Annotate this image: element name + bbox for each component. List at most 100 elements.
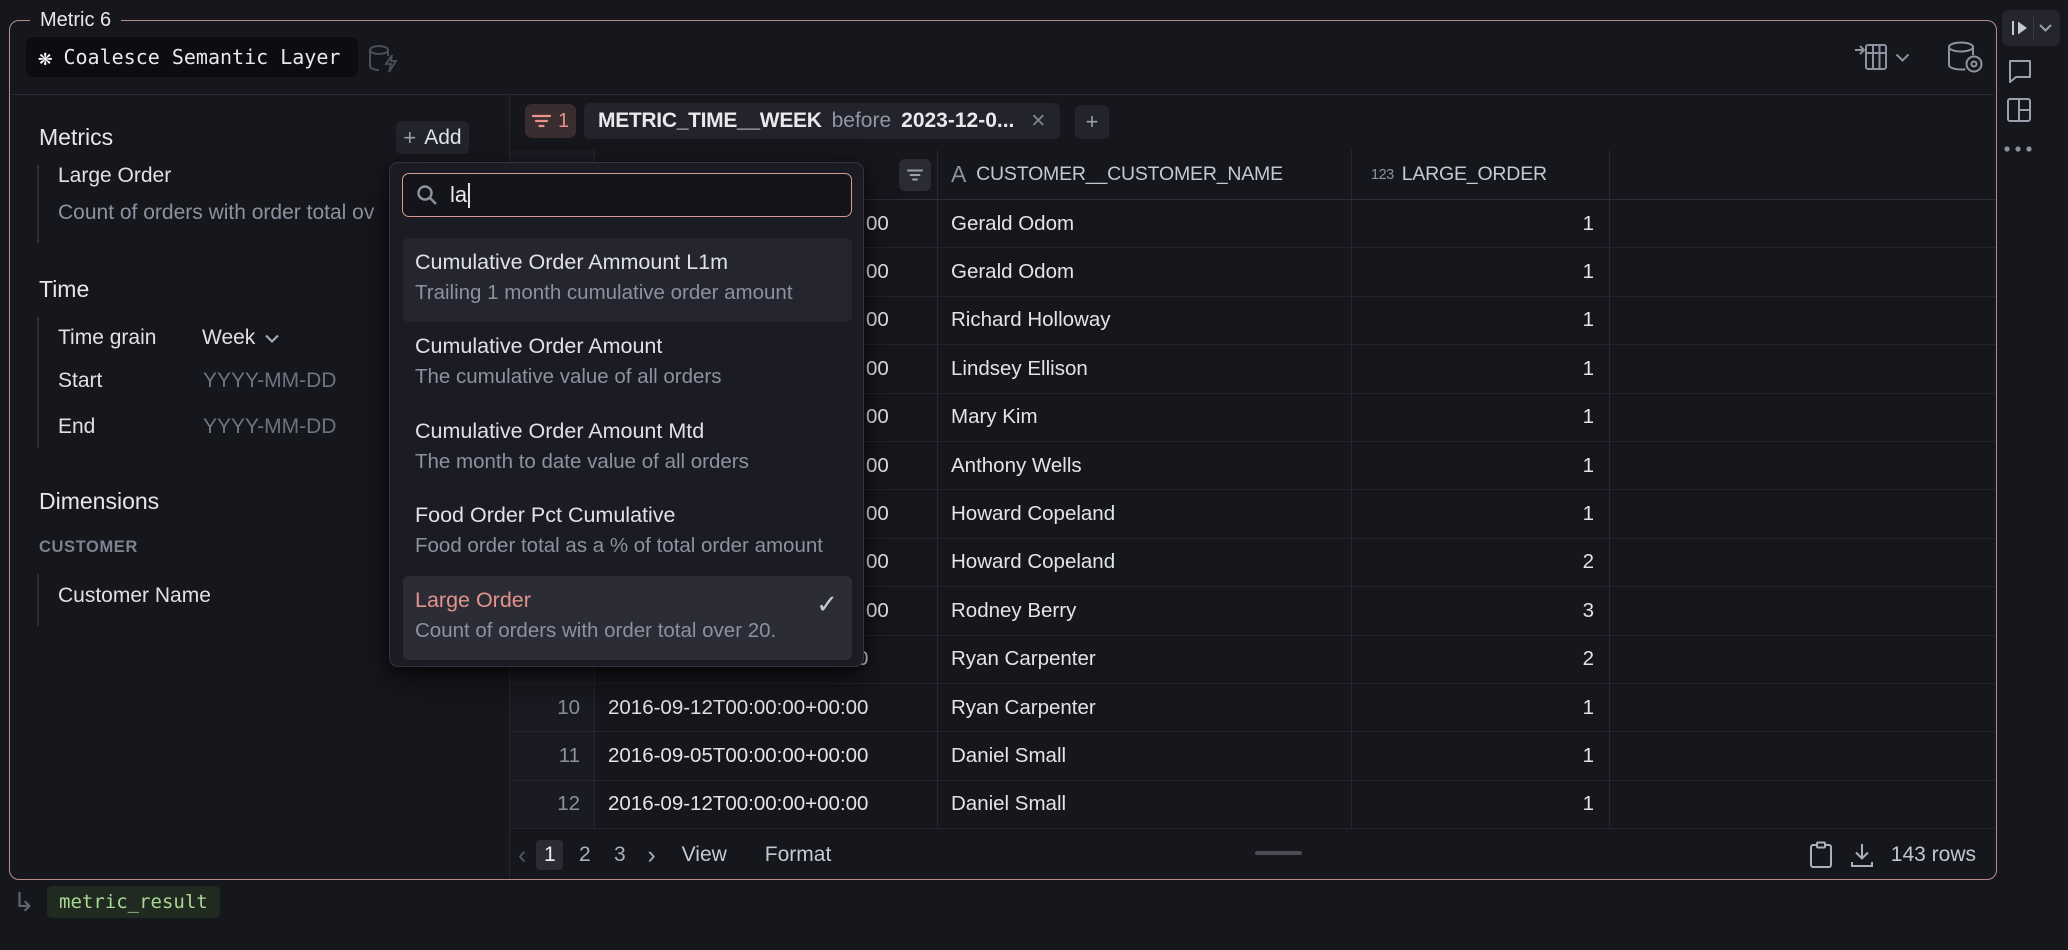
empty-cell [1610,297,1996,344]
large-order-cell: 1 [1352,684,1610,731]
pagination: 123 [536,840,641,870]
chevron-down-icon [1895,53,1910,62]
metric-time-value-tail: 00 [866,599,889,623]
dimensions-heading: Dimensions [39,487,159,515]
column-name: LARGE_ORDER [1402,163,1547,186]
metric-time-value-tail: 00 [866,405,889,429]
metric-time-value-tail: 00 [866,550,889,574]
metric-option[interactable]: Large Order Count of orders with order t… [403,576,852,660]
metric-time-value-tail: 00 [866,260,889,284]
start-date-input[interactable]: YYYY-MM-DD [203,368,336,394]
dimension-group-label: CUSTOMER [39,538,138,557]
large-order-cell: 1 [1352,248,1610,295]
filter-count-badge[interactable]: 1 [525,104,576,138]
empty-cell [1610,248,1996,295]
add-button-label: Add [424,126,461,150]
remove-filter-icon[interactable]: ✕ [1030,110,1046,133]
preview-source-data-button[interactable] [1944,40,1986,76]
add-metric-button[interactable]: + Add [396,121,469,154]
filter-operator: before [832,109,892,133]
copy-table-icon[interactable] [1809,841,1833,869]
filter-count: 1 [558,110,569,133]
metric-option-title: Large Order [415,585,840,616]
table-footer: ‹ 123 › View Format 143 rows [510,836,1996,874]
run-icon [2011,19,2029,37]
page-button[interactable]: 1 [536,840,563,870]
large-order-cell: 1 [1352,394,1610,441]
metric-option[interactable]: Cumulative Order Amount Mtd The month to… [403,407,852,491]
metric-time-value-tail: 00 [866,308,889,332]
time-heading: Time [39,275,89,303]
semantic-source-name: Coalesce Semantic Layer [63,45,340,69]
metric-search-input[interactable]: la [402,173,852,217]
filter-lines-icon [532,114,551,128]
horizontal-scrollbar-thumb[interactable] [1255,851,1302,855]
large-order-cell: 2 [1352,539,1610,586]
metric-option-list: Cumulative Order Ammount L1m Trailing 1 … [403,238,852,660]
metric-time-value-tail: 00 [866,502,889,526]
table-row[interactable]: 12 2016-09-12T00:00:00+00:00 Daniel Smal… [510,781,1996,829]
output-table-select[interactable] [1853,42,1910,72]
filter-value: 2023-12-0... [901,109,1014,133]
table-row[interactable]: 11 2016-09-05T00:00:00+00:00 Daniel Smal… [510,732,1996,780]
semantic-source-pill[interactable]: ❋ Coalesce Semantic Layer [26,37,358,77]
download-icon[interactable] [1849,842,1875,868]
add-filter-button[interactable]: + [1075,105,1109,139]
customer-name-column-header[interactable]: A CUSTOMER__CUSTOMER_NAME [938,150,1352,199]
table-row[interactable]: 10 2016-09-12T00:00:00+00:00 Ryan Carpen… [510,684,1996,732]
previous-page-icon[interactable]: ‹ [518,841,526,870]
next-page-icon[interactable]: › [647,841,655,870]
more-options-icon[interactable] [2003,145,2033,153]
layout-panels-icon[interactable] [2006,97,2032,123]
metric-option[interactable]: Cumulative Order Ammount L1m Trailing 1 … [403,238,852,322]
metric-option-description: The cumulative value of all orders [415,362,840,392]
metric-option[interactable]: Cumulative Order Amount The cumulative v… [403,322,852,406]
time-grain-select[interactable]: Week [202,325,279,351]
dimension-indent-line [37,574,39,626]
selected-metric-name[interactable]: Large Order [58,163,171,189]
large-order-cell: 1 [1352,442,1610,489]
dataframe-output-icon [1853,42,1889,72]
metric-time-value: 2016-09-05T00:00:00+00:00 [608,744,868,768]
column-name: CUSTOMER__CUSTOMER_NAME [976,163,1283,186]
output-variable-tag[interactable]: metric_result [47,886,220,918]
metric-option-title: Cumulative Order Amount [415,331,840,362]
empty-cell [1610,636,1996,683]
database-lightning-icon [366,43,400,75]
column-filter-badge[interactable] [899,159,931,191]
chevron-down-icon [265,334,279,343]
metric-option-title: Food Order Pct Cumulative [415,500,840,531]
metric-option[interactable]: Food Order Pct Cumulative Food order tot… [403,491,852,575]
row-number: 10 [510,684,595,731]
run-cell-button[interactable] [2002,10,2060,46]
text-cursor [468,183,470,208]
page-button[interactable]: 2 [571,840,598,870]
large-order-column-header[interactable]: 123 LARGE_ORDER [1352,150,1610,199]
comment-icon[interactable] [2006,57,2034,85]
large-order-cell: 1 [1352,490,1610,537]
run-options-chevron-icon[interactable] [2039,24,2052,32]
page-button[interactable]: 3 [606,840,633,870]
metric-option-title: Cumulative Order Ammount L1m [415,247,840,278]
selected-check-icon: ✓ [816,589,838,620]
metric-cell: Metric 6 ❋ Coalesce Semantic Layer [0,0,2068,950]
metric-time-value-tail: 00 [866,357,889,381]
header-divider [11,94,1994,95]
view-menu[interactable]: View [682,843,727,867]
filter-field: METRIC_TIME__WEEK [598,109,822,133]
large-order-cell: 1 [1352,200,1610,247]
metrics-indent-line [37,165,39,243]
dimension-item-customer-name[interactable]: Customer Name [58,583,211,609]
cell-title: Metric 6 [30,8,121,32]
number-type-icon: 123 [1371,167,1394,183]
time-filter-chip[interactable]: METRIC_TIME__WEEK before 2023-12-0... ✕ [584,103,1060,139]
customer-name-cell: Gerald Odom [938,200,1352,247]
metric-option-description: Trailing 1 month cumulative order amount [415,278,840,308]
customer-name-cell: Howard Copeland [938,539,1352,586]
empty-cell [1610,732,1996,779]
row-count: 143 rows [1891,843,1976,867]
format-menu[interactable]: Format [765,843,832,867]
customer-name-cell: Richard Holloway [938,297,1352,344]
end-date-input[interactable]: YYYY-MM-DD [203,414,336,440]
empty-cell [1610,394,1996,441]
